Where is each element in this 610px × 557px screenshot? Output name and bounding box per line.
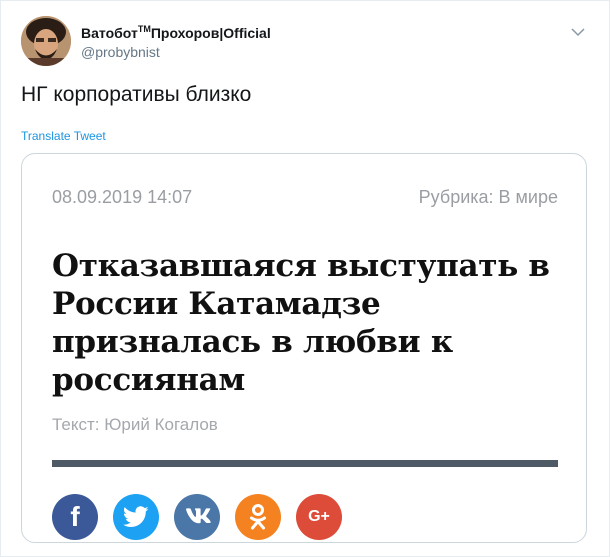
divider [52,460,558,467]
article-card[interactable]: 08.09.2019 14:07 Рубрика: В мире Отказав… [21,153,587,543]
article-date: 08.09.2019 14:07 [52,187,193,207]
display-name[interactable]: ВатоботTMПрохоров|Official [81,24,271,41]
share-odnoklassniki-button[interactable] [235,494,281,540]
translate-tweet-link[interactable]: Translate Tweet [21,129,106,143]
facebook-icon: f [70,501,80,532]
twitter-bird-icon [123,506,149,527]
odnoklassniki-icon [250,504,266,530]
user-handle[interactable]: @probybnist [81,44,160,60]
avatar[interactable] [21,16,71,66]
avatar-image-icon [21,16,71,66]
share-vk-button[interactable] [174,494,220,540]
tweet: ВатоботTMПрохоров|Official @probybnist Н… [0,0,610,557]
google-plus-icon: G+ [308,508,330,525]
tweet-text: НГ корпоративы близко [21,83,252,106]
article-headline[interactable]: Отказавшаяся выступать в России Катамадз… [52,247,552,399]
article-rubric[interactable]: Рубрика: В мире [419,187,558,208]
article-author: Текст: Юрий Когалов [52,415,218,434]
share-facebook-button[interactable]: f [52,494,98,540]
chevron-down-icon[interactable] [571,27,585,37]
share-twitter-button[interactable] [113,494,159,540]
trademark-mark: TM [137,24,151,34]
share-google-plus-button[interactable]: G+ [296,494,342,540]
vk-icon [186,508,211,524]
